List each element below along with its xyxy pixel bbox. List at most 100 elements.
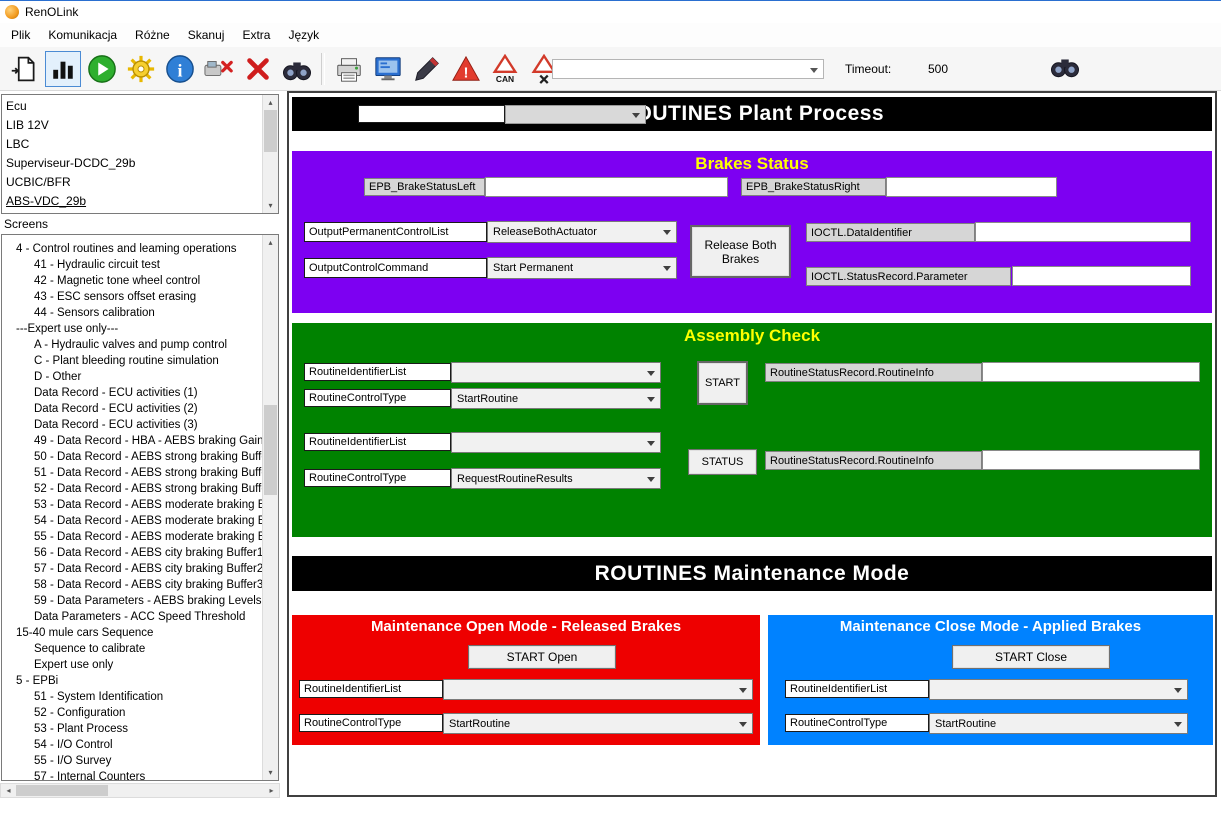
tree-item[interactable]: 52 - Configuration [2,705,264,721]
tree-item[interactable]: 49 - Data Record - HBA - AEBS braking Ga… [2,433,264,449]
menu-item[interactable]: Różne [126,25,179,45]
ecu-list-item[interactable]: LBC [2,135,278,154]
play-button[interactable] [84,51,120,87]
tree-item[interactable]: 53 - Plant Process [2,721,264,737]
ecu-scrollbar[interactable]: ▴ ▾ [262,95,278,213]
tree-item[interactable]: 50 - Data Record - AEBS strong braking B… [2,449,264,465]
tree-item[interactable]: Data Record - ECU activities (3) [2,417,264,433]
search-binoculars-button[interactable] [1050,52,1080,85]
tree-item[interactable]: ---Expert use only--- [2,321,264,337]
toolbar-combo[interactable] [552,59,824,79]
tree-item[interactable]: Sequence to calibrate [2,641,264,657]
document-button[interactable] [6,51,42,87]
output-control-command-combo[interactable]: Start Permanent [487,257,677,279]
open-routine-control-type-combo[interactable]: StartRoutine [443,713,753,734]
start-routine-control-type-combo[interactable]: StartRoutine [451,388,661,409]
tree-item[interactable]: D - Other [2,369,264,385]
can-warning-button[interactable]: CAN [487,51,523,87]
menu-item[interactable]: Komunikacja [39,25,126,45]
epb-brake-status-left-field[interactable] [485,177,728,197]
start-routine-identifier-list-combo[interactable] [451,362,661,383]
ioctl-data-identifier-field[interactable] [975,222,1191,242]
tree-item[interactable]: 59 - Data Parameters - AEBS braking Leve… [2,593,264,609]
close-routine-identifier-list-combo[interactable] [929,679,1188,700]
ioctl-status-record-parameter-label: IOCTL.StatusRecord.Parameter [806,267,1011,286]
tree-item[interactable]: Data Parameters - ACC Speed Threshold [2,609,264,625]
tree-item[interactable]: Expert use only [2,657,264,673]
scroll-down-icon[interactable]: ▾ [263,765,278,780]
ecu-list-item[interactable]: Superviseur-DCDC_29b [2,154,278,173]
menu-item[interactable]: Plik [2,25,39,45]
status-routine-status-record-field[interactable] [982,450,1200,470]
settings-button[interactable] [123,51,159,87]
ecu-list-item[interactable]: Ecu [2,97,278,116]
printer-icon [334,54,364,84]
tree-hscrollbar-thumb[interactable] [16,785,108,796]
ecu-scrollbar-thumb[interactable] [264,110,277,152]
tree-scrollbar-thumb[interactable] [264,405,277,495]
warning-button[interactable]: ! [448,51,484,87]
pen-button[interactable] [409,51,445,87]
scroll-down-icon[interactable]: ▾ [263,198,278,213]
menu-item[interactable]: Extra [233,25,279,45]
scroll-right-icon[interactable]: ▸ [264,784,279,797]
printer-button[interactable] [331,51,367,87]
tree-item[interactable]: 57 - Internal Counters [2,769,264,781]
monitor-button[interactable] [370,51,406,87]
tree-item[interactable]: Data Record - ECU activities (2) [2,401,264,417]
binoculars-button[interactable] [279,51,315,87]
ecu-list-item[interactable]: UCBIC/BFR [2,173,278,192]
timeout-value[interactable]: 500 [928,62,948,76]
scroll-up-icon[interactable]: ▴ [263,235,278,250]
pen-icon [412,54,442,84]
ecu-list-item[interactable]: LIB 12V [2,116,278,135]
close-routine-control-type-combo[interactable]: StartRoutine [929,713,1188,734]
start-routine-status-record-field[interactable] [982,362,1200,382]
tree-item[interactable]: 42 - Magnetic tone wheel control [2,273,264,289]
tree-item[interactable]: 56 - Data Record - AEBS city braking Buf… [2,545,264,561]
chart-button[interactable] [45,51,81,87]
tree-item[interactable]: 57 - Data Record - AEBS city braking Buf… [2,561,264,577]
status-routine-identifier-list-combo[interactable] [451,432,661,453]
ecu-list-item[interactable]: ABS-VDC_29b [2,192,278,211]
close-button[interactable] [240,51,276,87]
status-button[interactable]: STATUS [688,449,757,475]
ioctl-status-record-parameter-field[interactable] [1012,266,1191,286]
scroll-left-icon[interactable]: ◂ [1,784,16,797]
tree-item[interactable]: 54 - I/O Control [2,737,264,753]
tree-item[interactable]: 43 - ESC sensors offset erasing [2,289,264,305]
routine-identifier-list-combo[interactable] [505,105,646,124]
tree-item[interactable]: C - Plant bleeding routine simulation [2,353,264,369]
scroll-up-icon[interactable]: ▴ [263,95,278,110]
tree-item[interactable]: 58 - Data Record - AEBS city braking Buf… [2,577,264,593]
tree-item[interactable]: A - Hydraulic valves and pump control [2,337,264,353]
tree-item[interactable]: 44 - Sensors calibration [2,305,264,321]
menu-item[interactable]: Język [279,25,328,45]
tree-hscrollbar[interactable]: ◂ ▸ [0,783,280,798]
tree-item[interactable]: 52 - Data Record - AEBS strong braking B… [2,481,264,497]
info-button[interactable]: i [162,51,198,87]
start-open-button[interactable]: START Open [468,645,616,669]
start-button[interactable]: START [697,361,748,405]
tree-item[interactable]: 41 - Hydraulic circuit test [2,257,264,273]
tree-item[interactable]: 51 - System Identification [2,689,264,705]
start-close-button[interactable]: START Close [952,645,1110,669]
tree-item[interactable]: 53 - Data Record - AEBS moderate braking… [2,497,264,513]
menu-item[interactable]: Skanuj [179,25,234,45]
tree-item[interactable]: 5 - EPBi [2,673,264,689]
disconnect-button[interactable] [201,51,237,87]
tree-item[interactable]: 55 - Data Record - AEBS moderate braking… [2,529,264,545]
open-routine-identifier-list-combo[interactable] [443,679,753,700]
tree-item[interactable]: 4 - Control routines and leaming operati… [2,241,264,257]
tree-item[interactable]: 55 - I/O Survey [2,753,264,769]
release-both-brakes-button[interactable]: Release Both Brakes [690,225,791,278]
tree-item[interactable]: 51 - Data Record - AEBS strong braking B… [2,465,264,481]
output-permanent-control-list-combo[interactable]: ReleaseBothActuator [487,221,677,243]
status-routine-control-type-combo[interactable]: RequestRoutineResults [451,468,661,489]
tree-item[interactable]: 54 - Data Record - AEBS moderate braking… [2,513,264,529]
epb-brake-status-right-field[interactable] [886,177,1057,197]
tree-scrollbar[interactable]: ▴ ▾ [262,235,278,780]
output-command-combo-value: Start Permanent [493,262,573,274]
tree-item[interactable]: Data Record - ECU activities (1) [2,385,264,401]
tree-item[interactable]: 15-40 mule cars Sequence [2,625,264,641]
